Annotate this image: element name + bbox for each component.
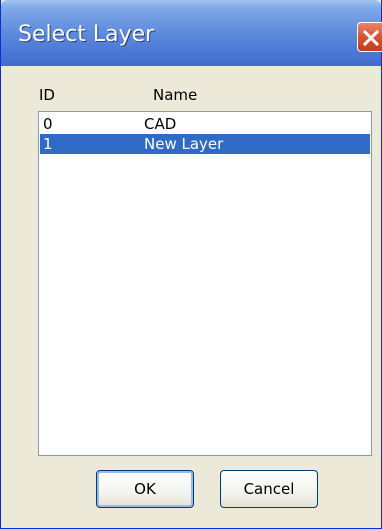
layer-id: 1 [43, 135, 53, 153]
title-bar[interactable]: Select Layer [1, 0, 382, 66]
layer-id: 0 [43, 115, 53, 133]
list-item-layer-0[interactable]: 0 CAD [40, 114, 370, 134]
column-header-id[interactable]: ID [39, 86, 55, 104]
layer-name: New Layer [144, 135, 224, 153]
column-header-name[interactable]: Name [153, 86, 197, 104]
dialog-title: Select Layer [18, 22, 155, 47]
select-layer-dialog: Select Layer ID Name 0 CAD 1 New Layer O… [0, 0, 382, 529]
list-item-layer-1[interactable]: 1 New Layer [40, 134, 370, 154]
layer-list[interactable]: 0 CAD 1 New Layer [38, 111, 372, 456]
list-header: ID Name [39, 86, 373, 110]
close-button[interactable] [357, 22, 382, 52]
layer-name: CAD [144, 115, 177, 133]
ok-button[interactable]: OK [96, 470, 194, 508]
cancel-button[interactable]: Cancel [220, 470, 318, 508]
close-icon [362, 29, 380, 47]
